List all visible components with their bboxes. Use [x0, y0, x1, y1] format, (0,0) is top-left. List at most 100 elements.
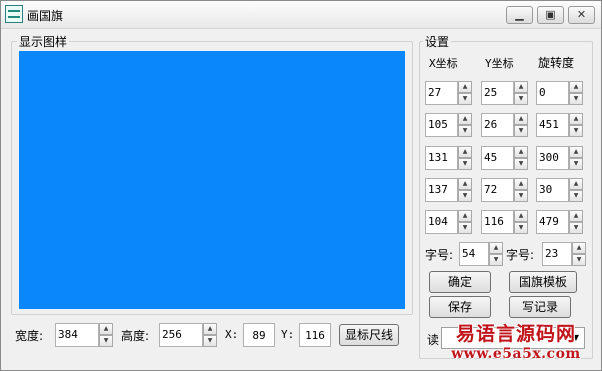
- spin-down-icon[interactable]: ▼: [514, 125, 528, 137]
- spin-up-icon[interactable]: ▲: [514, 178, 528, 190]
- spin-up-icon[interactable]: ▲: [458, 146, 472, 158]
- y-coord-field[interactable]: 26: [481, 113, 514, 137]
- x-coord-spinbox[interactable]: 131 ▲ ▼: [425, 146, 474, 170]
- width-field[interactable]: 384: [55, 323, 99, 347]
- minimize-button[interactable]: ▁: [506, 6, 533, 24]
- y-coord-field[interactable]: 45: [481, 146, 514, 170]
- width-label: 宽度:: [15, 329, 44, 343]
- font-size-2-label: 字号:: [506, 248, 535, 262]
- x-field[interactable]: 89: [243, 323, 275, 347]
- y-coord-spinbox[interactable]: 26 ▲ ▼: [481, 113, 530, 137]
- spin-up-icon[interactable]: ▲: [458, 178, 472, 190]
- x-coord-field[interactable]: 105: [425, 113, 458, 137]
- rotation-field[interactable]: 30: [536, 178, 569, 202]
- spin-up-icon[interactable]: ▲: [569, 146, 583, 158]
- x-coord-spinbox[interactable]: 105 ▲ ▼: [425, 113, 474, 137]
- font-size-2-field[interactable]: 23: [542, 242, 572, 266]
- spin-up-icon[interactable]: ▲: [458, 210, 472, 222]
- preview-canvas[interactable]: [19, 51, 405, 309]
- height-field[interactable]: 256: [159, 323, 203, 347]
- spin-down-icon[interactable]: ▼: [458, 190, 472, 202]
- font-size-1-spinbox[interactable]: 54 ▲ ▼: [459, 242, 503, 266]
- title-bar[interactable]: 画国旗 ▁ ▣ ✕: [1, 1, 601, 29]
- spin-up-icon[interactable]: ▲: [514, 146, 528, 158]
- save-button[interactable]: 保存: [429, 296, 491, 318]
- flag-template-button[interactable]: 国旗模板: [509, 271, 577, 293]
- spin-up-icon[interactable]: ▲: [458, 113, 472, 125]
- rotation-field[interactable]: 0: [536, 81, 569, 105]
- window-title: 画国旗: [27, 9, 64, 23]
- read-label: 读: [427, 333, 440, 347]
- rotation-spinbox[interactable]: 30 ▲ ▼: [536, 178, 585, 202]
- width-spinbox[interactable]: 384 ▲ ▼: [55, 323, 113, 347]
- rotation-spinbox[interactable]: 300 ▲ ▼: [536, 146, 585, 170]
- spin-down-icon[interactable]: ▼: [489, 254, 503, 266]
- spin-down-icon[interactable]: ▼: [99, 335, 113, 347]
- x-label: X:: [225, 328, 239, 341]
- y-coord-spinbox[interactable]: 25 ▲ ▼: [481, 81, 530, 105]
- spin-down-icon[interactable]: ▼: [569, 158, 583, 170]
- y-coord-spinbox[interactable]: 116 ▲ ▼: [481, 210, 530, 234]
- font-size-2-spinbox[interactable]: 23 ▲ ▼: [542, 242, 586, 266]
- y-coord-spinbox[interactable]: 45 ▲ ▼: [481, 146, 530, 170]
- spin-down-icon[interactable]: ▼: [458, 93, 472, 105]
- spin-up-icon[interactable]: ▲: [572, 242, 586, 254]
- rotation-field[interactable]: 479: [536, 210, 569, 234]
- spin-up-icon[interactable]: ▲: [569, 178, 583, 190]
- spin-down-icon[interactable]: ▼: [458, 125, 472, 137]
- font-size-1-label: 字号:: [425, 248, 454, 262]
- spin-down-icon[interactable]: ▼: [569, 125, 583, 137]
- rotation-spinbox[interactable]: 0 ▲ ▼: [536, 81, 585, 105]
- spin-down-icon[interactable]: ▼: [569, 93, 583, 105]
- read-record-select[interactable]: ▼: [441, 327, 585, 349]
- spin-up-icon[interactable]: ▲: [569, 210, 583, 222]
- spin-down-icon[interactable]: ▼: [569, 222, 583, 234]
- height-label: 高度:: [121, 329, 150, 343]
- x-coord-field[interactable]: 104: [425, 210, 458, 234]
- rotation-field[interactable]: 451: [536, 113, 569, 137]
- spin-down-icon[interactable]: ▼: [514, 158, 528, 170]
- x-coord-header: X坐标: [429, 57, 458, 70]
- spin-up-icon[interactable]: ▲: [489, 242, 503, 254]
- y-coord-field[interactable]: 116: [481, 210, 514, 234]
- spin-up-icon[interactable]: ▲: [99, 323, 113, 335]
- x-coord-spinbox[interactable]: 27 ▲ ▼: [425, 81, 474, 105]
- confirm-button[interactable]: 确定: [429, 271, 491, 293]
- x-coord-spinbox[interactable]: 137 ▲ ▼: [425, 178, 474, 202]
- spin-down-icon[interactable]: ▼: [514, 190, 528, 202]
- preview-group-title: 显示图样: [17, 33, 70, 50]
- spin-up-icon[interactable]: ▲: [569, 81, 583, 93]
- write-record-button[interactable]: 写记录: [509, 296, 571, 318]
- rotation-spinbox[interactable]: 479 ▲ ▼: [536, 210, 585, 234]
- spin-down-icon[interactable]: ▼: [458, 222, 472, 234]
- spin-up-icon[interactable]: ▲: [514, 113, 528, 125]
- spin-down-icon[interactable]: ▼: [569, 190, 583, 202]
- spin-up-icon[interactable]: ▲: [458, 81, 472, 93]
- font-size-1-field[interactable]: 54: [459, 242, 489, 266]
- height-spinbox[interactable]: 256 ▲ ▼: [159, 323, 217, 347]
- spin-down-icon[interactable]: ▼: [458, 158, 472, 170]
- spin-up-icon[interactable]: ▲: [203, 323, 217, 335]
- spin-down-icon[interactable]: ▼: [514, 93, 528, 105]
- x-coord-spinbox[interactable]: 104 ▲ ▼: [425, 210, 474, 234]
- y-coord-field[interactable]: 25: [481, 81, 514, 105]
- spin-up-icon[interactable]: ▲: [569, 113, 583, 125]
- close-button[interactable]: ✕: [568, 6, 595, 24]
- y-coord-spinbox[interactable]: 72 ▲ ▼: [481, 178, 530, 202]
- spin-up-icon[interactable]: ▲: [514, 210, 528, 222]
- x-coord-field[interactable]: 131: [425, 146, 458, 170]
- chevron-down-icon[interactable]: ▼: [569, 329, 583, 347]
- rotation-spinbox[interactable]: 451 ▲ ▼: [536, 113, 585, 137]
- spin-down-icon[interactable]: ▼: [514, 222, 528, 234]
- spin-up-icon[interactable]: ▲: [514, 81, 528, 93]
- x-coord-field[interactable]: 137: [425, 178, 458, 202]
- rotation-field[interactable]: 300: [536, 146, 569, 170]
- spin-down-icon[interactable]: ▼: [572, 254, 586, 266]
- app-flag-icon: [5, 5, 23, 23]
- show-ruler-button[interactable]: 显标尺线: [339, 324, 399, 346]
- maximize-button[interactable]: ▣: [537, 6, 564, 24]
- spin-down-icon[interactable]: ▼: [203, 335, 217, 347]
- y-field[interactable]: 116: [299, 323, 331, 347]
- x-coord-field[interactable]: 27: [425, 81, 458, 105]
- y-coord-field[interactable]: 72: [481, 178, 514, 202]
